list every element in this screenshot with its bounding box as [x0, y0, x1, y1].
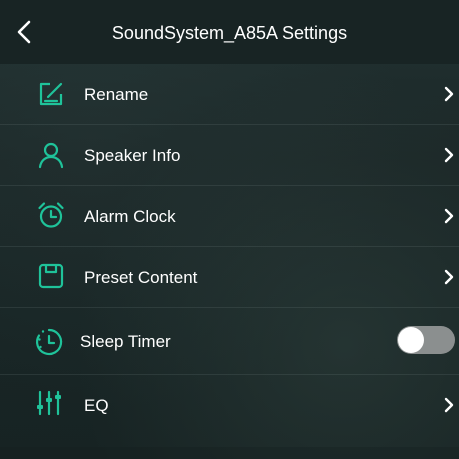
chevron-right-icon [444, 269, 454, 285]
settings-item-preset-content[interactable]: Preset Content [0, 247, 459, 308]
chevron-right-icon [444, 397, 454, 413]
sleep-timer-icon [36, 328, 63, 356]
settings-item-label: EQ [84, 396, 109, 415]
settings-item-label: Rename [84, 85, 149, 104]
chevron-right-icon [444, 147, 454, 163]
toggle-knob [398, 327, 424, 353]
settings-item-label: Alarm Clock [84, 207, 176, 226]
settings-item-speaker-info[interactable]: Speaker Info [0, 125, 459, 186]
bottom-edge [0, 447, 459, 459]
settings-item-rename[interactable]: Rename [0, 64, 459, 125]
settings-item-eq[interactable]: EQ [0, 375, 459, 435]
settings-screen: SoundSystem_A85A Settings Rename Speaker… [0, 0, 459, 459]
preset-icon [38, 263, 64, 289]
back-chevron-icon[interactable] [10, 14, 40, 50]
settings-item-alarm-clock[interactable]: Alarm Clock [0, 186, 459, 247]
settings-item-label: Speaker Info [84, 146, 181, 165]
edit-icon [39, 82, 63, 106]
equalizer-icon [37, 390, 61, 416]
settings-item-sleep-timer: Sleep Timer [0, 308, 459, 375]
chevron-right-icon [444, 208, 454, 224]
settings-item-label: Preset Content [84, 268, 198, 287]
chevron-right-icon [444, 86, 454, 102]
sleep-timer-toggle[interactable] [397, 326, 455, 354]
person-icon [38, 142, 64, 169]
settings-list: Rename Speaker Info Alarm Clock Preset C… [0, 64, 459, 435]
settings-item-label: Sleep Timer [80, 332, 171, 351]
alarm-clock-icon [38, 202, 64, 228]
page-title: SoundSystem_A85A Settings [111, 23, 348, 43]
header-bar: SoundSystem_A85A Settings [0, 0, 459, 64]
